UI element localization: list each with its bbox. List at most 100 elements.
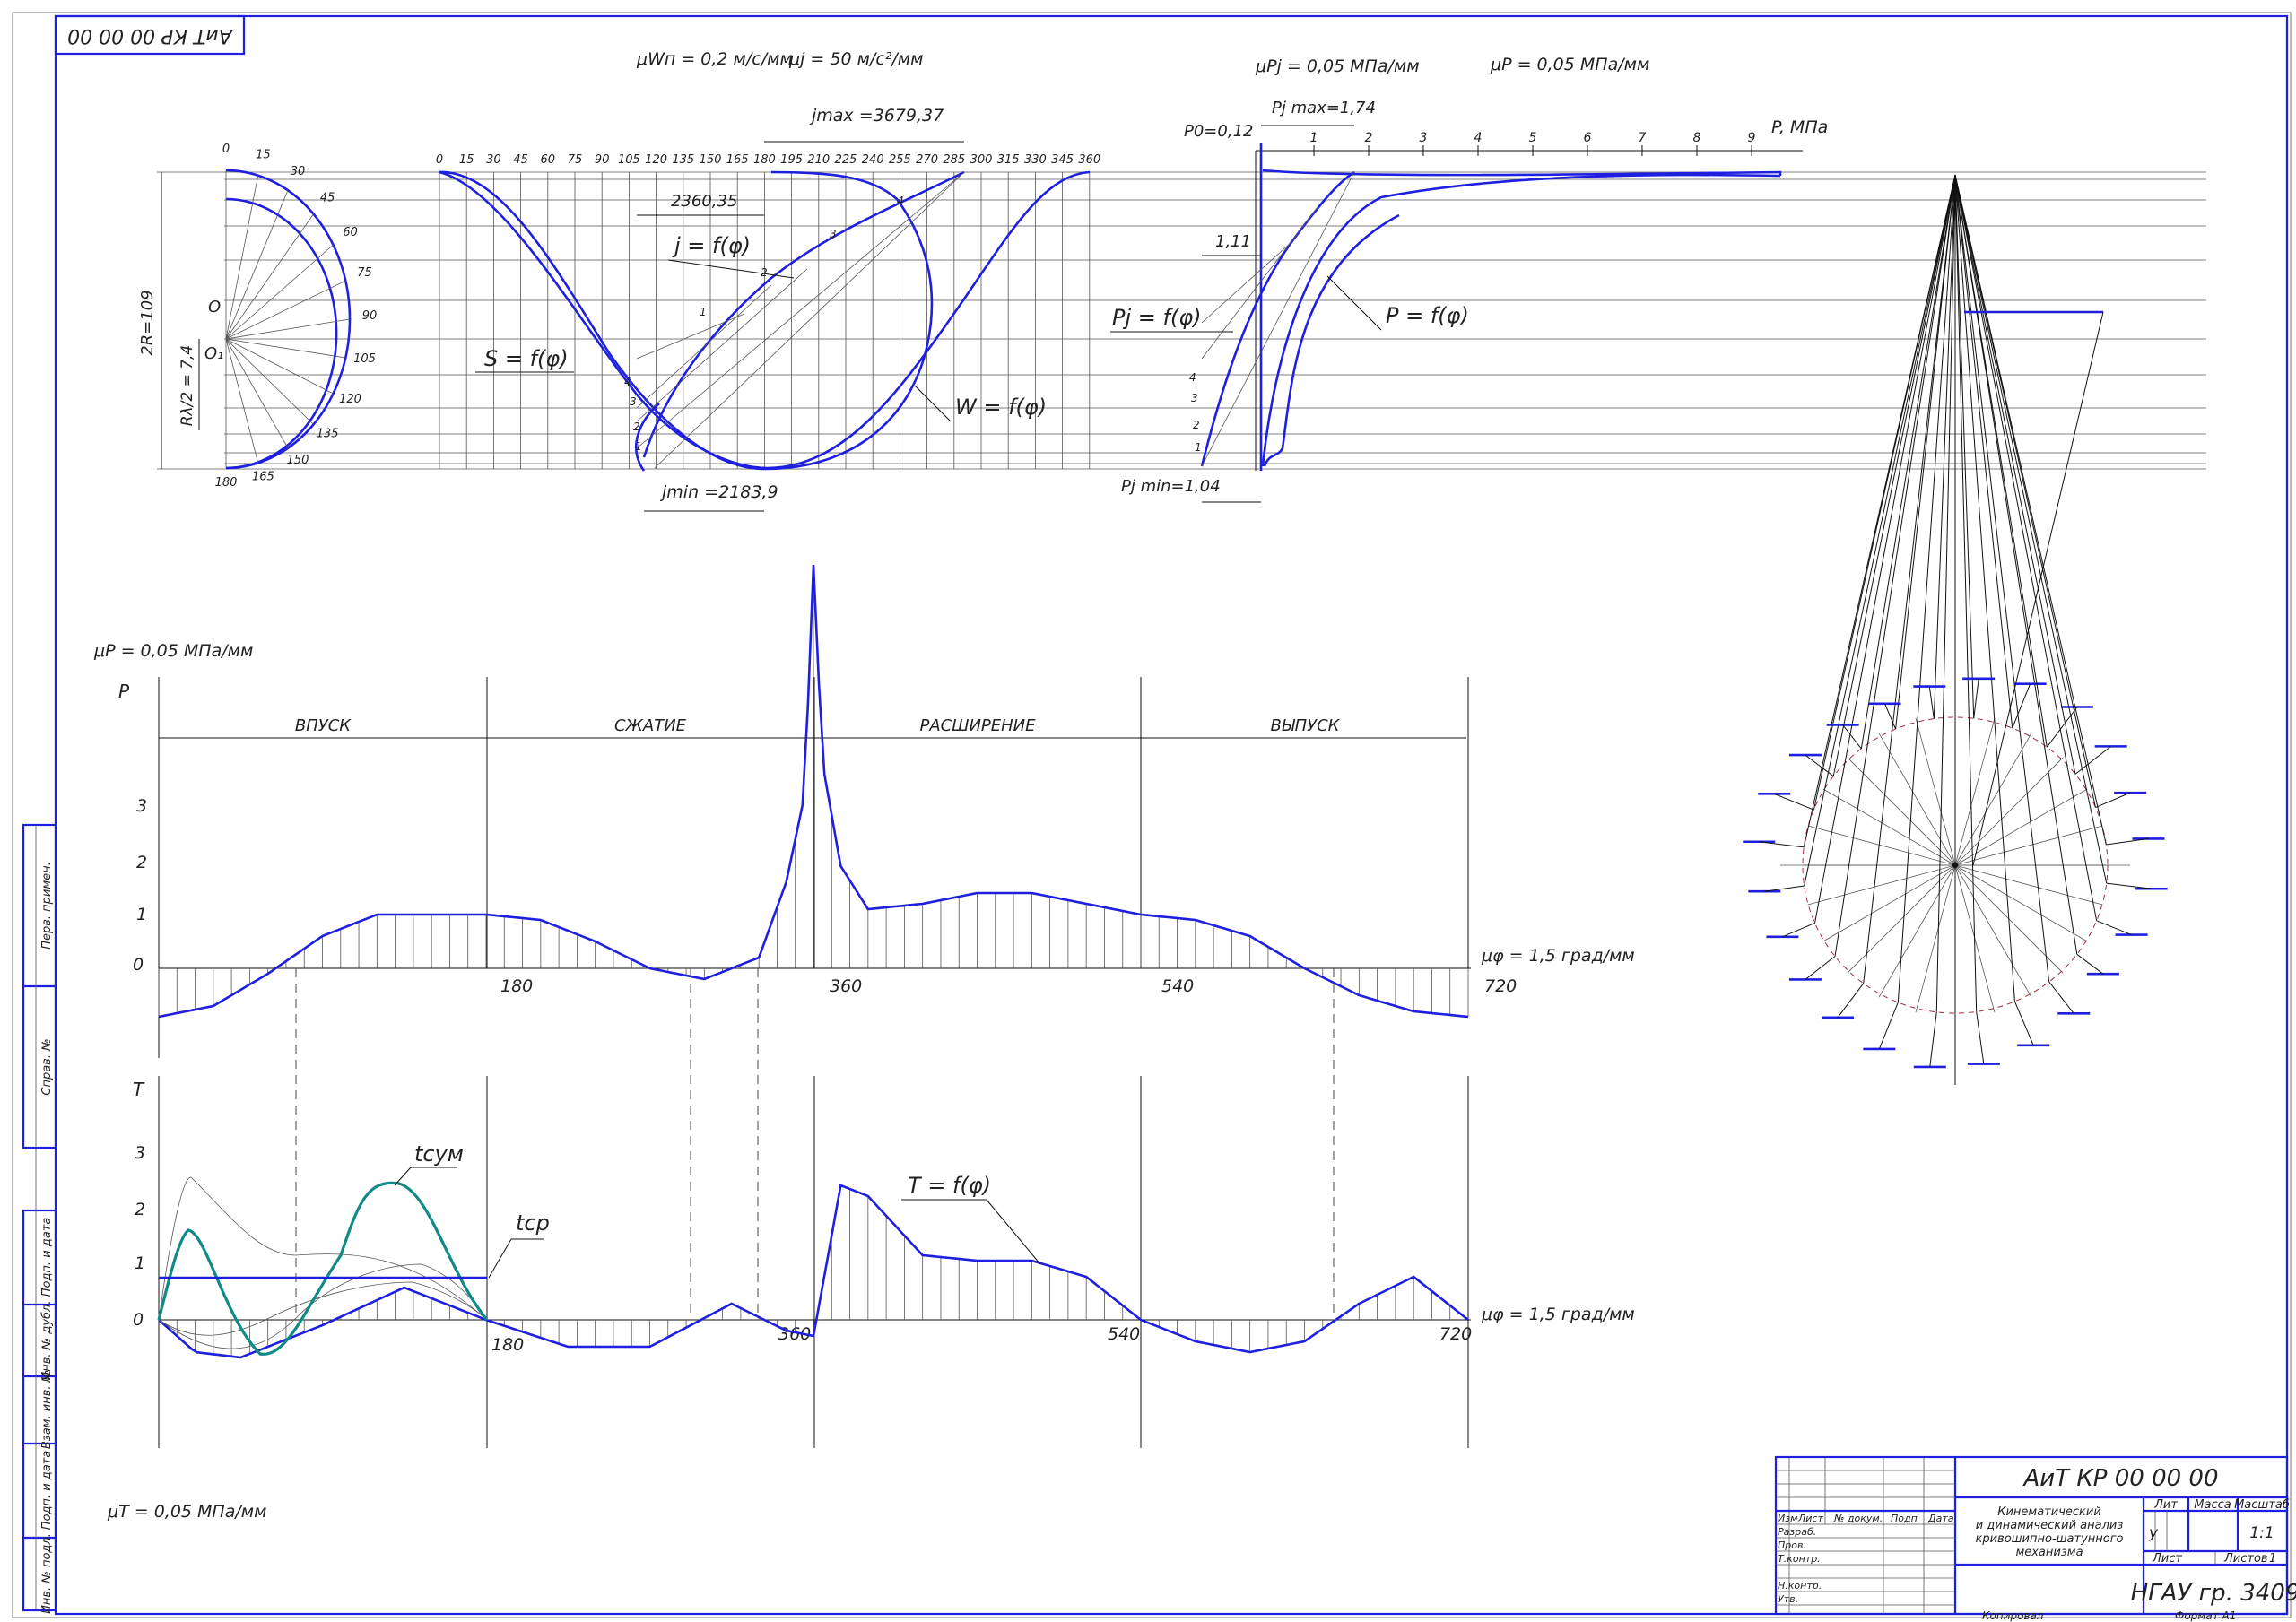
polar-vector [1834, 174, 1956, 957]
tb-org: НГАУ гр. 3409 [2131, 1580, 2296, 1607]
t-xtick-720: 720 [1439, 1324, 1472, 1344]
polar-link [1929, 1011, 1937, 1067]
t-xscale: μφ = 1,5 град/мм [1481, 1305, 1635, 1324]
crank-circle-outer [225, 169, 352, 470]
phi-tick-label: 15 [459, 153, 474, 167]
t-diagram-curve [158, 1184, 1469, 1359]
polar-center [1952, 863, 1958, 868]
tb-lit-val: у [2148, 1524, 2159, 1542]
crank-ray [225, 338, 314, 425]
crank-angle-label: 165 [252, 471, 274, 484]
polar-ray [1878, 864, 1956, 998]
polar-vector [1895, 174, 1956, 730]
t-ytick-1: 1 [135, 1253, 145, 1273]
pj-point-2: 2 [1193, 419, 1200, 431]
t-curve-label: T = f(φ) [908, 1173, 991, 1198]
t-sum-curve [157, 1181, 489, 1356]
w-curve-label: W = f(φ) [955, 395, 1047, 420]
polar-vector [1954, 174, 2107, 846]
p-xtick-720: 720 [1484, 976, 1517, 996]
polar-vector [1954, 174, 2108, 884]
t-harmonic-3 [158, 1281, 488, 1336]
polar-ray [1807, 864, 1956, 906]
dim-rl-label: Rλ/2 = 7,4 [178, 345, 196, 427]
jmin-label: jmin =2183,9 [659, 482, 778, 502]
polar-vector [1863, 174, 1956, 984]
polar-link [1782, 923, 1815, 938]
p-expansion-curve [1261, 173, 1781, 467]
tb-desc-2: и динамический анализ [1976, 1519, 2124, 1532]
crank-ray [225, 213, 314, 340]
crank-angle-label: 15 [256, 148, 271, 161]
p-axis-ticks: 1 2 3 4 5 6 7 8 9 [1310, 131, 1756, 156]
j-point-4b: 4 [624, 376, 631, 388]
polar-vector [1804, 174, 1956, 887]
polar-link [1878, 1002, 1899, 1050]
p-axis-tick-label: 7 [1639, 131, 1647, 145]
tb-col-izm: Изм [1778, 1513, 1797, 1524]
point-o1: O₁ [204, 344, 223, 363]
polar-link [2076, 953, 2104, 975]
t-harmonic-1 [158, 1176, 488, 1321]
crank-ray [225, 280, 346, 340]
p-axis-tick-label: 2 [1365, 131, 1373, 145]
phi-tick-label: 75 [568, 153, 583, 167]
polar-ray [1954, 864, 2032, 998]
p-axis-label: P, МПа [1771, 117, 1828, 137]
crank-angle-rays [225, 170, 351, 468]
tb-col-doc: № докум. [1833, 1513, 1883, 1524]
p-axis-tick-label: 8 [1693, 131, 1701, 145]
phi-tick-label: 255 [889, 153, 911, 167]
t-label-leader-2 [986, 1199, 1041, 1265]
polar-vector [1954, 174, 2048, 748]
t-ytick-2: 2 [135, 1200, 145, 1219]
crank-ray [225, 190, 289, 340]
phase-expansion: РАСШИРЕНИЕ [919, 716, 1036, 735]
p-xscale: μφ = 1,5 град/мм [1481, 946, 1635, 966]
phase-intake: ВПУСК [295, 716, 352, 735]
side-label-1: Перв. примен. [40, 862, 54, 950]
tb-desc-3: кривошипно-шатунного [1975, 1532, 2123, 1546]
tb-mass-head: Масса [2194, 1498, 2231, 1512]
polar-link [2106, 882, 2152, 889]
tb-col-date: Дата [1927, 1513, 1954, 1524]
polar-ray [1878, 733, 1956, 866]
pj-point-1: 1 [1195, 441, 1202, 454]
t-diagram-ylabel: T [133, 1079, 145, 1100]
polar-vector [1954, 174, 2078, 955]
phase-exhaust: ВЫПУСК [1271, 716, 1341, 735]
p-ytick-3: 3 [136, 796, 147, 816]
tb-sheets-val: 1 [2269, 1552, 2276, 1566]
phi-tick-label: 135 [672, 153, 694, 167]
crank-angle-label: 105 [353, 352, 376, 366]
phi-tick-label: 195 [780, 153, 803, 167]
phi-tick-label: 165 [726, 153, 749, 167]
t-xtick-180: 180 [491, 1335, 524, 1355]
j-point-1: 1 [700, 306, 707, 318]
p-label-leader [1326, 275, 1382, 331]
phi-tick-label: 0 [436, 153, 443, 167]
phi-tick-label: 105 [618, 153, 640, 167]
p-ytick-1: 1 [136, 905, 147, 924]
p-axis-tick-label: 9 [1748, 131, 1756, 145]
p-axis-tick-label: 5 [1529, 131, 1537, 145]
scale-mu-wn: μWп = 0,2 м/с/мм [636, 49, 793, 69]
t-sum-leader-2 [394, 1167, 412, 1186]
polar-link [1973, 678, 1979, 719]
polar-ray [1807, 825, 1956, 866]
polar-vector [1954, 174, 2013, 729]
polar-vector [1954, 174, 2098, 921]
side-label-4: Инв. № дубл. [40, 1301, 54, 1381]
polar-link [2013, 1001, 2034, 1046]
tb-scale-val: 1:1 [2249, 1524, 2274, 1542]
j-point-2: 2 [761, 266, 768, 279]
polar-link [1928, 686, 1935, 719]
tb-role-3: Т.контр. [1778, 1553, 1821, 1565]
crank-ray [225, 338, 259, 464]
p-xtick-180: 180 [500, 976, 533, 996]
p-axis-tick-label: 1 [1310, 131, 1318, 145]
j-point-1b: 1 [635, 440, 642, 453]
crank-ray [225, 338, 289, 448]
polar-link [2106, 837, 2149, 846]
pj-point-4: 4 [1189, 371, 1196, 384]
